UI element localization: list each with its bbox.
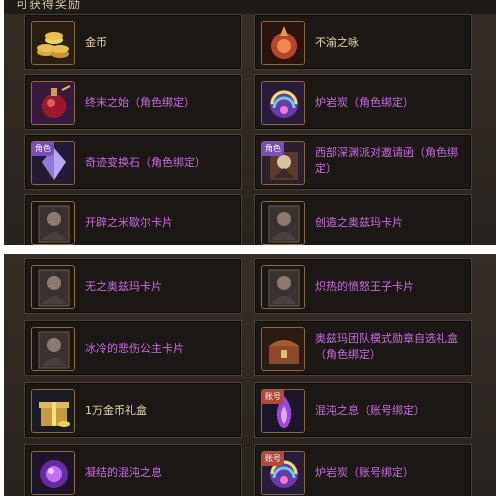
reward-panel-bottom: 无之奥兹玛卡片 炽热的愤怒王子卡片冰冷的悲伤公主卡片 奥兹玛团队模式勋章自选礼盒（角… [4,254,496,496]
reward-name: 创造之奥兹玛卡片 [315,216,403,229]
bind-badge: 角色 [32,142,54,156]
reward-name: 炉岩炭（账号绑定） [315,466,414,479]
card-portrait-icon [261,265,305,309]
reward-card[interactable]: 炽热的愤怒王子卡片 [254,258,472,314]
reward-name: 不渝之咏 [315,36,359,49]
reward-card[interactable]: 账号炉岩炭（账号绑定） [254,444,472,496]
reward-card[interactable]: 金币 [24,14,242,70]
reward-name: 炉岩炭（角色绑定） [315,96,414,109]
reward-name: 炽热的愤怒王子卡片 [315,280,414,293]
card-portrait-icon [31,201,75,245]
bind-badge: 账号 [262,390,284,404]
bind-badge: 角色 [262,142,284,156]
bind-badge: 账号 [262,452,284,466]
reward-name: 冰冷的悲伤公主卡片 [85,342,184,355]
reward-card[interactable]: 炉岩炭（角色绑定） [254,74,472,130]
reward-name: 混沌之息（账号绑定） [315,404,425,417]
gold-coins-icon [31,21,75,65]
reward-card[interactable]: 奥兹玛团队模式勋章自选礼盒（角色绑定） [254,320,472,376]
reward-card[interactable]: 开辟之米歇尔卡片 [24,194,242,245]
reward-name: 奇迹变换石（角色绑定） [85,156,206,169]
purple-orb-icon [31,451,75,495]
reward-card[interactable]: 无之奥兹玛卡片 [24,258,242,314]
panel-header: 可获得奖励 [4,0,496,14]
reward-name: 金币 [85,36,107,49]
card-portrait-icon [261,201,305,245]
treasure-chest-icon [261,327,305,371]
gold-box-icon [31,389,75,433]
red-potion-icon [31,81,75,125]
reward-name: 终末之始（角色绑定） [85,96,195,109]
red-orb-icon [261,21,305,65]
invitation-icon: 角色 [261,141,305,185]
card-portrait-icon [31,265,75,309]
rainbow-stone-icon [261,81,305,125]
reward-name: 奥兹玛团队模式勋章自选礼盒（角色绑定） [315,332,458,361]
reward-card[interactable]: 账号混沌之息（账号绑定） [254,382,472,438]
reward-name: 开辟之米歇尔卡片 [85,216,173,229]
reward-card[interactable]: 角色 西部深渊派对邀请函（角色绑定） [254,134,472,190]
reward-card[interactable]: 创造之奥兹玛卡片 [254,194,472,245]
card-portrait-icon [31,327,75,371]
reward-card[interactable]: 冰冷的悲伤公主卡片 [24,320,242,376]
purple-flame-icon: 账号 [261,389,305,433]
reward-name: 凝结的混沌之息 [85,466,162,479]
reward-name: 无之奥兹玛卡片 [85,280,162,293]
reward-card[interactable]: 不渝之咏 [254,14,472,70]
reward-card[interactable]: 角色奇迹变换石（角色绑定） [24,134,242,190]
reward-name: 1万金币礼盒 [85,404,147,417]
crystal-icon: 角色 [31,141,75,185]
reward-card[interactable]: 终末之始（角色绑定） [24,74,242,130]
reward-panel-top: 可获得奖励 金币 不渝之咏终末之始（角色绑定） 炉岩炭（角色绑定） 角色奇迹变换石（角… [4,0,496,245]
reward-card[interactable]: 凝结的混沌之息 [24,444,242,496]
reward-name: 西部深渊派对邀请函（角色绑定） [315,146,458,175]
reward-card[interactable]: 1万金币礼盒 [24,382,242,438]
rainbow-stone-icon: 账号 [261,451,305,495]
